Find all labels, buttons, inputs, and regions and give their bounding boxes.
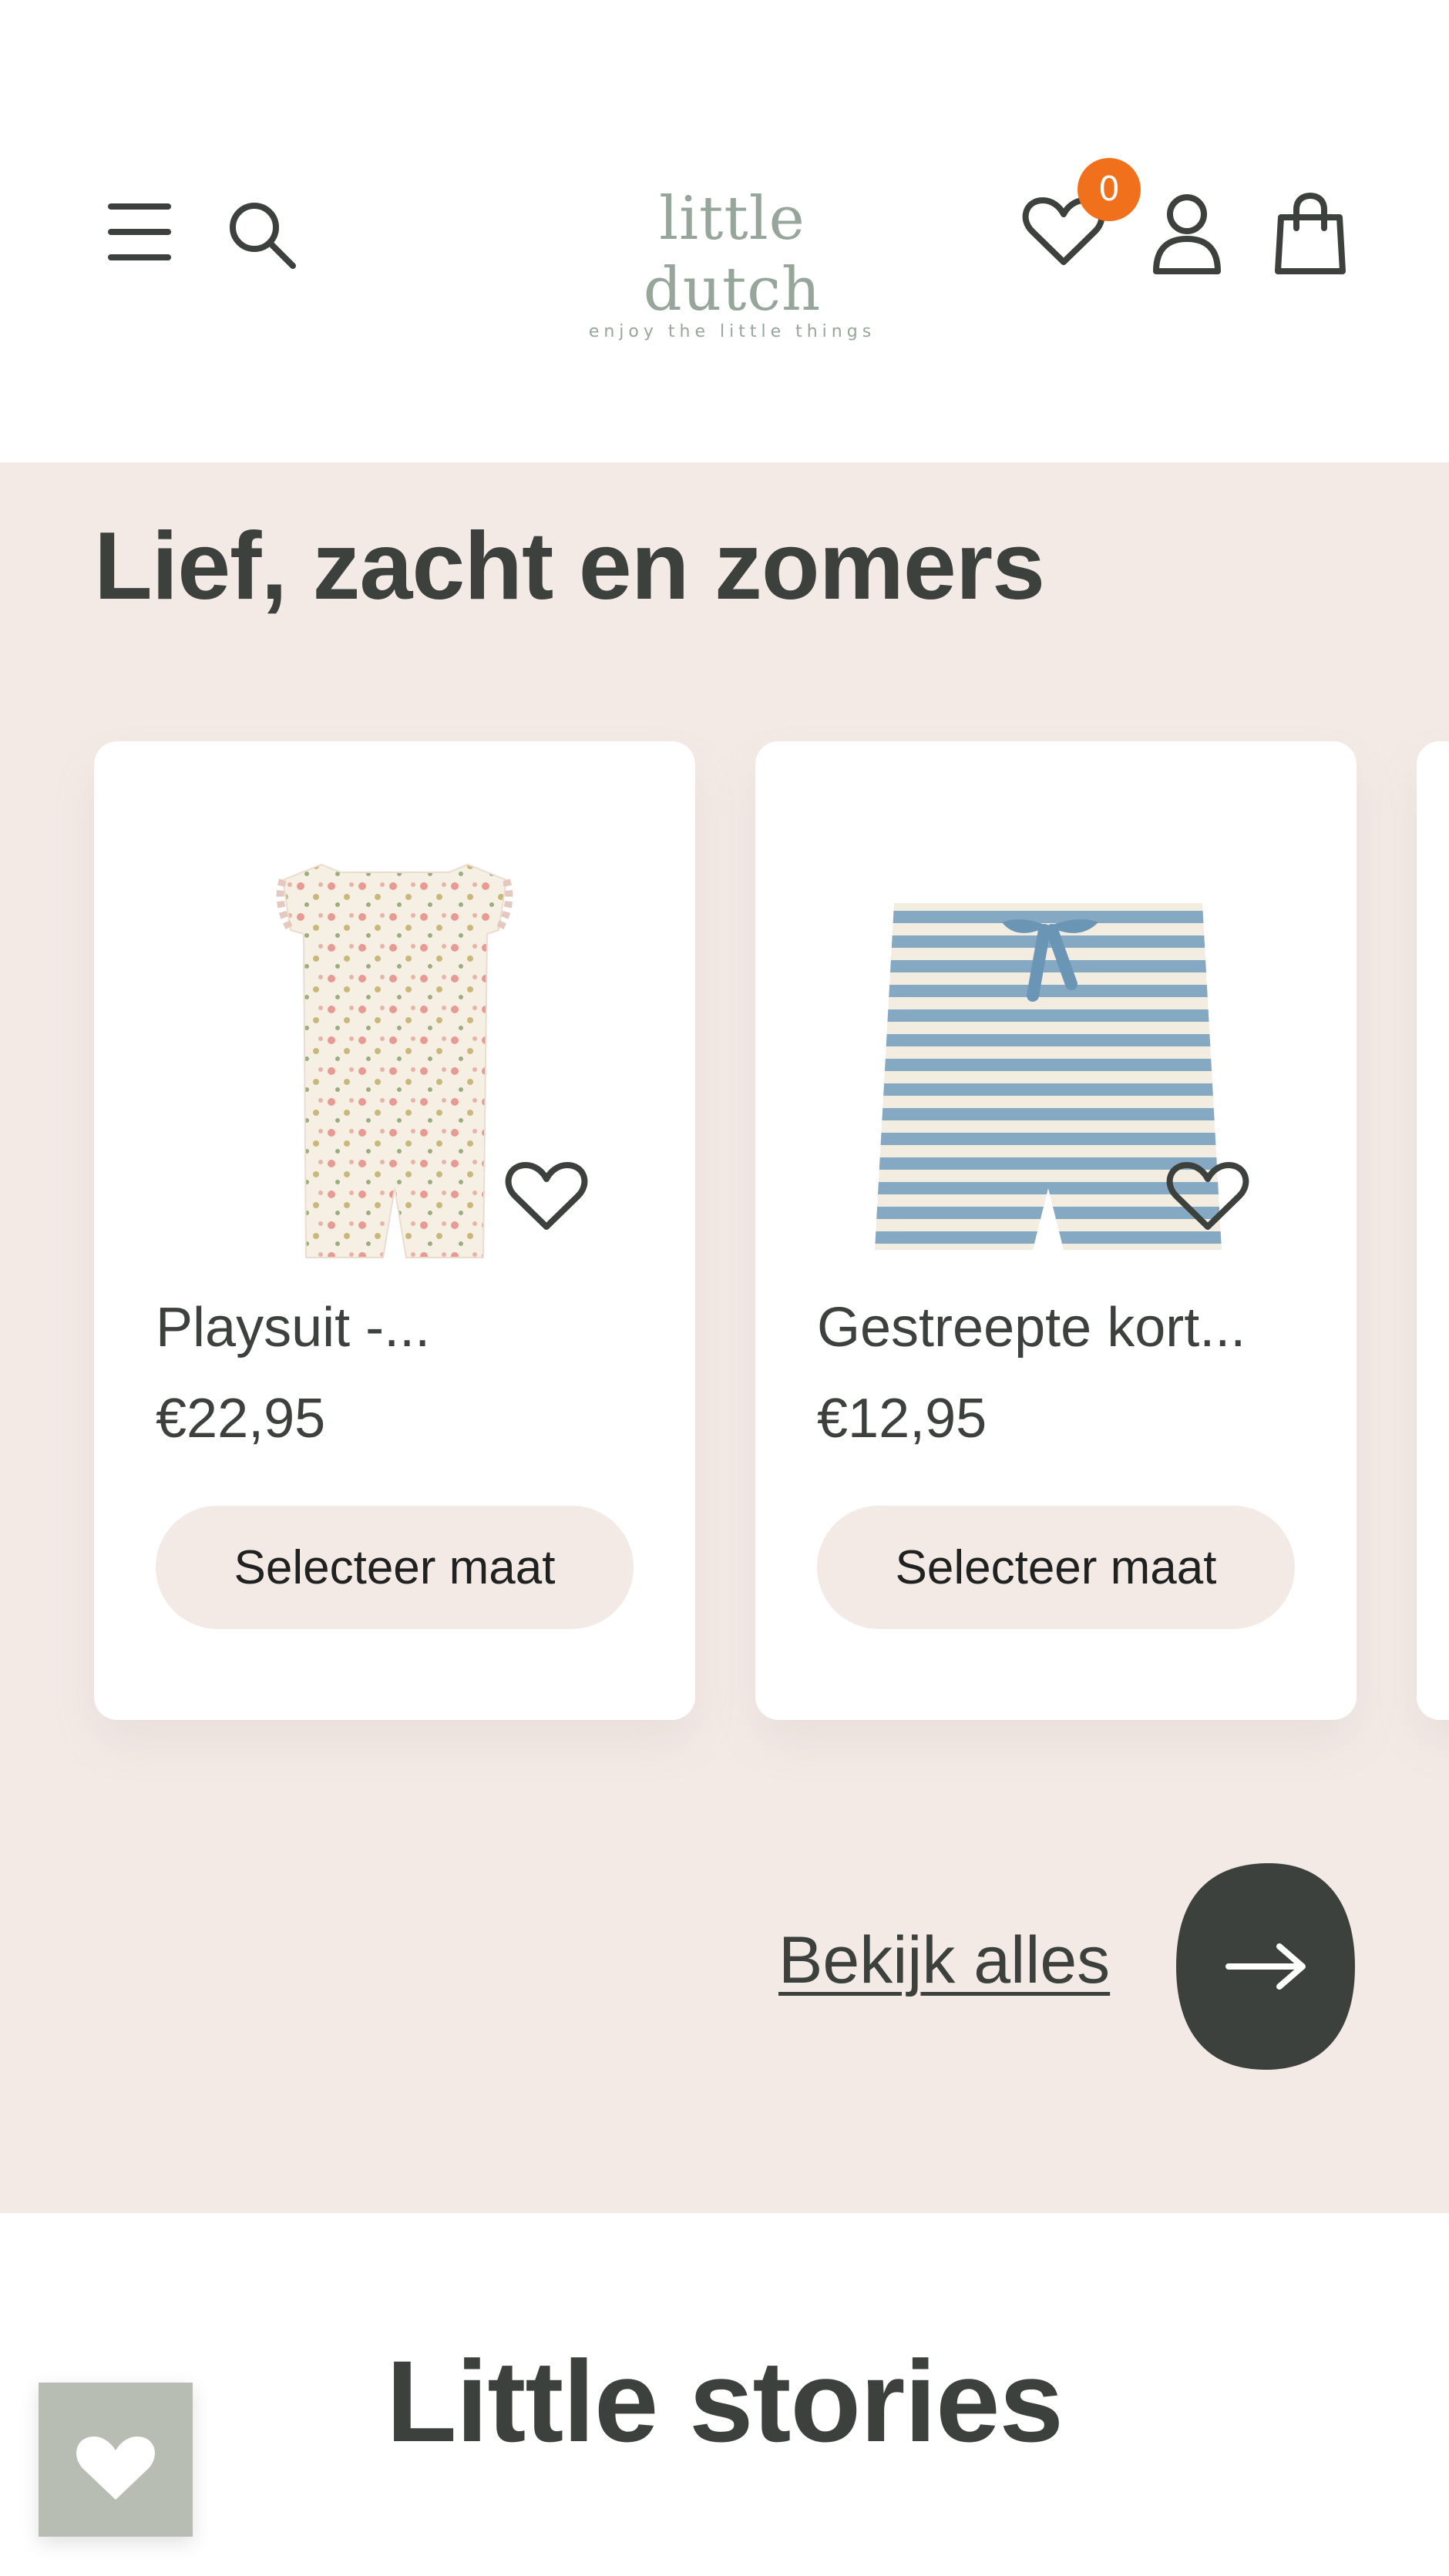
next-arrow-button[interactable]	[1173, 1859, 1358, 2074]
product-price: €12,95	[817, 1388, 987, 1449]
product-card[interactable]: Gestreepte kort... €12,95 Selecteer maat	[755, 741, 1357, 1720]
stories-title: Little stories	[386, 2336, 1064, 2466]
wishlist-count-badge: 0	[1078, 158, 1141, 221]
account-icon[interactable]	[1150, 191, 1224, 276]
product-name[interactable]: Gestreepte kort...	[817, 1296, 1246, 1359]
site-header: little dutch enjoy the little things 0	[0, 0, 1449, 462]
product-card[interactable]: Playsuit -... €22,95 Selecteer maat	[94, 741, 695, 1720]
floating-wishlist-button[interactable]	[39, 2383, 193, 2537]
heart-icon[interactable]	[1165, 1157, 1250, 1234]
section-title: Lief, zacht en zomers	[94, 513, 1045, 620]
bag-icon[interactable]	[1273, 191, 1347, 276]
view-all-link[interactable]: Bekijk alles	[778, 1923, 1110, 1999]
logo-text: little dutch	[643, 184, 822, 324]
select-size-button[interactable]: Selecteer maat	[156, 1506, 634, 1629]
product-price: €22,95	[156, 1388, 326, 1449]
search-icon[interactable]	[224, 196, 301, 274]
heart-filled-icon	[76, 2437, 155, 2500]
brand-logo[interactable]: little dutch enjoy the little things	[570, 183, 894, 341]
menu-icon[interactable]	[108, 202, 171, 262]
heart-icon[interactable]	[504, 1157, 589, 1234]
product-name[interactable]: Playsuit -...	[156, 1296, 430, 1359]
product-card-peek[interactable]	[1417, 741, 1449, 1720]
product-carousel-section: Lief, zacht en zomers Playsuit -... €22,…	[0, 462, 1449, 2213]
select-size-button[interactable]: Selecteer maat	[817, 1506, 1295, 1629]
logo-tagline: enjoy the little things	[588, 322, 876, 341]
